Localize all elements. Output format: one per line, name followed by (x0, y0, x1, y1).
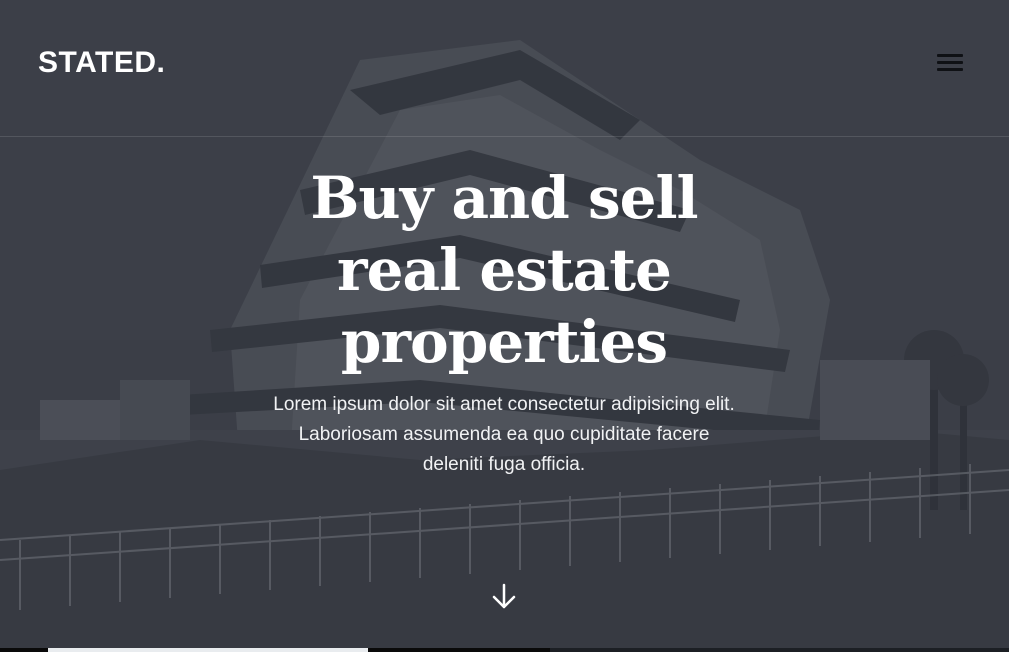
hero-content: Buy and sell real estate properties Lore… (204, 162, 804, 480)
next-section-edge-light (48, 648, 368, 652)
headline-line-3: properties (340, 308, 668, 376)
site-logo[interactable]: STATED. (38, 44, 165, 82)
headline-line-2: real estate (337, 236, 672, 304)
arrow-down-icon[interactable] (490, 582, 518, 612)
headline-line-1: Buy and sell (310, 164, 698, 232)
hero-section: STATED. Buy and sell real estate propert… (0, 0, 1009, 648)
site-header: STATED. (0, 0, 1009, 137)
hero-headline: Buy and sell real estate properties (204, 162, 804, 378)
hamburger-menu-icon[interactable] (934, 50, 966, 76)
hero-subtext: Lorem ipsum dolor sit amet consectetur a… (273, 394, 735, 475)
next-section-edge-dark (550, 648, 1009, 652)
next-section-edge (0, 648, 1009, 652)
